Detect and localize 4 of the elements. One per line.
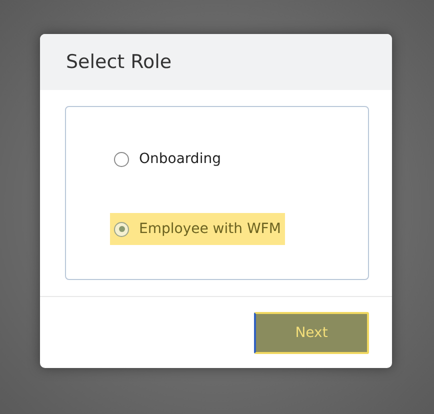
radio-option[interactable]: Employee with WFM xyxy=(110,213,285,245)
dialog-title: Select Role xyxy=(66,51,172,73)
radio-option[interactable]: Onboarding xyxy=(110,143,225,175)
next-button[interactable]: Next xyxy=(254,312,369,354)
